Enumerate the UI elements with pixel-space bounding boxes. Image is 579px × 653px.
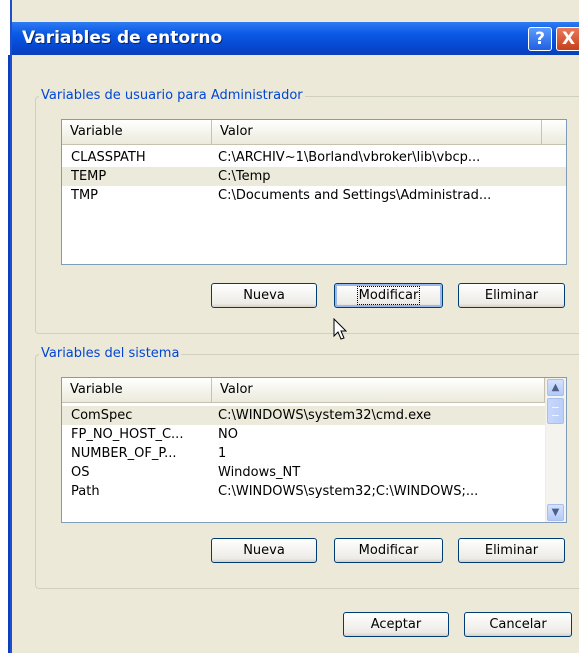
- close-icon[interactable]: X: [556, 27, 579, 51]
- variable-value: NO: [218, 427, 238, 442]
- list-item[interactable]: CLASSPATH C:\ARCHIV~1\Borland\vbroker\li…: [62, 148, 566, 167]
- variable-name: ComSpec: [71, 408, 133, 423]
- variable-value: C:\WINDOWS\system32\cmd.exe: [218, 408, 432, 423]
- list-item[interactable]: TMP C:\Documents and Settings\Administra…: [62, 186, 566, 205]
- variable-value: Windows_NT: [218, 465, 301, 480]
- ok-button[interactable]: Aceptar: [343, 612, 449, 637]
- list-item-selected[interactable]: ComSpec C:\WINDOWS\system32\cmd.exe: [62, 406, 545, 425]
- environment-variables-dialog: Variables de entorno ? X Variables de us…: [10, 0, 579, 653]
- variable-value: C:\WINDOWS\system32;C:\WINDOWS;...: [218, 484, 479, 499]
- system-variables-group: Variables del sistema Variable Valor Com…: [35, 346, 579, 589]
- window-title: Variables de entorno: [22, 28, 223, 48]
- variable-value: 1: [218, 446, 227, 461]
- scroll-thumb[interactable]: [547, 398, 564, 424]
- list-header: Variable Valor: [62, 378, 566, 403]
- list-item[interactable]: Path C:\WINDOWS\system32;C:\WINDOWS;...: [62, 482, 545, 501]
- list-item-selected[interactable]: TEMP C:\Temp: [62, 167, 566, 186]
- user-edit-label: Modificar: [356, 286, 421, 305]
- system-delete-button[interactable]: Eliminar: [458, 538, 565, 563]
- variable-name: OS: [71, 465, 90, 480]
- scroll-down-icon[interactable]: ▼: [547, 504, 564, 521]
- variable-name: TMP: [71, 188, 98, 203]
- column-header-variable[interactable]: Variable: [62, 120, 212, 144]
- column-header-variable[interactable]: Variable: [62, 378, 212, 402]
- list-header: Variable Valor: [62, 120, 566, 145]
- user-new-button[interactable]: Nueva: [211, 283, 317, 308]
- variable-name: TEMP: [71, 169, 107, 184]
- user-delete-button[interactable]: Eliminar: [458, 283, 565, 308]
- scroll-up-icon[interactable]: ▲: [547, 379, 564, 396]
- system-variables-label: Variables del sistema: [39, 346, 182, 361]
- background-strip: [0, 0, 10, 653]
- column-header-value[interactable]: Valor: [212, 120, 542, 144]
- variable-value: C:\Temp: [218, 169, 271, 184]
- user-variables-label: Variables de usuario para Administrador: [39, 88, 305, 103]
- mouse-cursor-icon: [333, 318, 348, 340]
- variable-name: Path: [71, 484, 100, 499]
- variable-name: NUMBER_OF_P...: [71, 446, 177, 461]
- help-icon[interactable]: ?: [528, 27, 552, 51]
- list-item[interactable]: FP_NO_HOST_C... NO: [62, 425, 545, 444]
- user-variables-list[interactable]: Variable Valor CLASSPATH C:\ARCHIV~1\Bor…: [61, 119, 567, 265]
- column-header-value[interactable]: Valor: [212, 378, 545, 402]
- system-new-button[interactable]: Nueva: [211, 538, 317, 563]
- list-item[interactable]: OS Windows_NT: [62, 463, 545, 482]
- list-item[interactable]: NUMBER_OF_P... 1: [62, 444, 545, 463]
- cancel-button[interactable]: Cancelar: [464, 612, 572, 637]
- title-bar[interactable]: Variables de entorno ? X: [12, 22, 579, 55]
- system-variables-list[interactable]: Variable Valor ComSpec C:\WINDOWS\system…: [61, 377, 567, 523]
- variable-value: C:\ARCHIV~1\Borland\vbroker\lib\vbcp...: [218, 150, 481, 165]
- vertical-scrollbar[interactable]: ▲ ▼: [545, 378, 566, 522]
- variable-name: CLASSPATH: [71, 150, 146, 165]
- variable-name: FP_NO_HOST_C...: [71, 427, 184, 442]
- variable-value: C:\Documents and Settings\Administrad...: [218, 188, 492, 203]
- system-edit-button[interactable]: Modificar: [334, 538, 443, 563]
- user-variables-group: Variables de usuario para Administrador …: [35, 88, 579, 334]
- user-edit-button[interactable]: Modificar: [334, 283, 443, 308]
